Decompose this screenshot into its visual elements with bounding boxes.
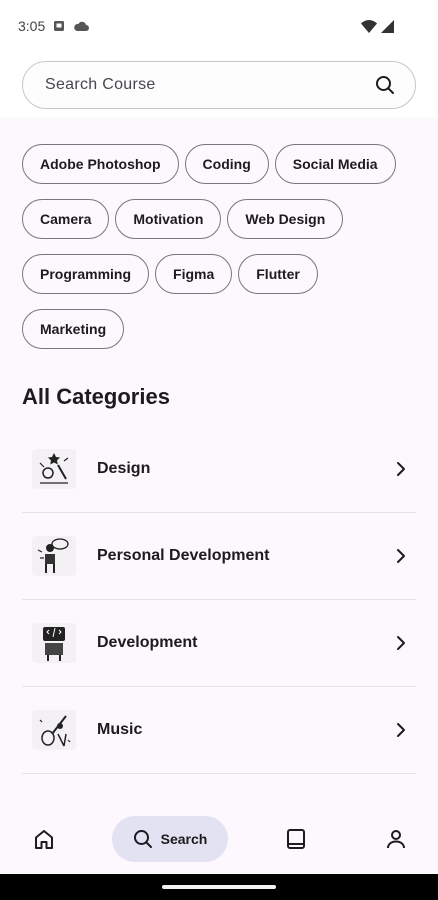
chip-web-design[interactable]: Web Design xyxy=(227,199,344,239)
topic-chips: Adobe Photoshop Coding Social Media Came… xyxy=(22,144,422,364)
notification-square-icon xyxy=(54,21,65,31)
nav-search-label: Search xyxy=(160,831,208,847)
category-item-design[interactable]: Design xyxy=(22,426,416,513)
section-title: All Categories xyxy=(22,384,170,409)
category-label: Music xyxy=(97,721,143,738)
chip-row: Programming Figma Flutter xyxy=(22,254,422,294)
cell-signal-icon xyxy=(381,19,394,33)
development-illustration-icon xyxy=(26,615,82,671)
chip-flutter[interactable]: Flutter xyxy=(238,254,318,294)
search-area: Search Course xyxy=(0,52,438,118)
chip-adobe-photoshop[interactable]: Adobe Photoshop xyxy=(22,144,179,184)
status-left: 3:05 xyxy=(18,18,90,34)
chevron-right-icon xyxy=(397,549,405,563)
chip-row: Marketing xyxy=(22,309,422,349)
nav-library[interactable] xyxy=(274,816,318,862)
chip-figma[interactable]: Figma xyxy=(155,254,233,294)
category-label: Development xyxy=(97,634,198,651)
chip-camera[interactable]: Camera xyxy=(22,199,110,239)
chevron-right-icon xyxy=(397,636,405,650)
search-icon xyxy=(133,830,152,848)
cloud-icon xyxy=(74,21,90,31)
status-bar: 3:05 xyxy=(0,0,438,52)
profile-icon[interactable] xyxy=(385,828,407,850)
home-icon[interactable] xyxy=(33,828,55,850)
status-right xyxy=(361,19,394,33)
status-time: 3:05 xyxy=(18,18,46,34)
category-label: Design xyxy=(97,460,151,477)
system-navigation-bar xyxy=(0,874,438,900)
chip-row: Camera Motivation Web Design xyxy=(22,199,422,239)
nav-search[interactable]: Search xyxy=(112,816,228,862)
nav-profile[interactable] xyxy=(374,816,418,862)
search-input[interactable]: Search Course xyxy=(22,61,416,109)
chip-social-media[interactable]: Social Media xyxy=(274,144,396,184)
design-illustration-icon xyxy=(26,441,82,497)
category-item-personal-development[interactable]: Personal Development xyxy=(22,513,416,600)
chip-row: Adobe Photoshop Coding Social Media xyxy=(22,144,422,184)
chip-marketing[interactable]: Marketing xyxy=(22,309,125,349)
chevron-right-icon xyxy=(397,462,405,476)
chip-coding[interactable]: Coding xyxy=(184,144,269,184)
book-icon[interactable] xyxy=(286,828,306,850)
personal-development-illustration-icon xyxy=(26,528,82,584)
chip-motivation[interactable]: Motivation xyxy=(115,199,222,239)
category-list: Design Personal Development Development … xyxy=(22,426,416,774)
search-placeholder: Search Course xyxy=(45,76,156,93)
chevron-right-icon xyxy=(397,723,405,737)
wifi-icon xyxy=(361,19,377,33)
music-illustration-icon xyxy=(26,702,82,758)
category-item-music[interactable]: Music xyxy=(22,687,416,774)
nav-home[interactable] xyxy=(22,816,66,862)
chip-programming[interactable]: Programming xyxy=(22,254,150,294)
category-item-development[interactable]: Development xyxy=(22,600,416,687)
category-label: Personal Development xyxy=(97,547,270,564)
bottom-navigation: Search xyxy=(0,806,438,874)
home-gesture-handle[interactable] xyxy=(162,885,276,889)
search-icon[interactable] xyxy=(375,75,395,95)
